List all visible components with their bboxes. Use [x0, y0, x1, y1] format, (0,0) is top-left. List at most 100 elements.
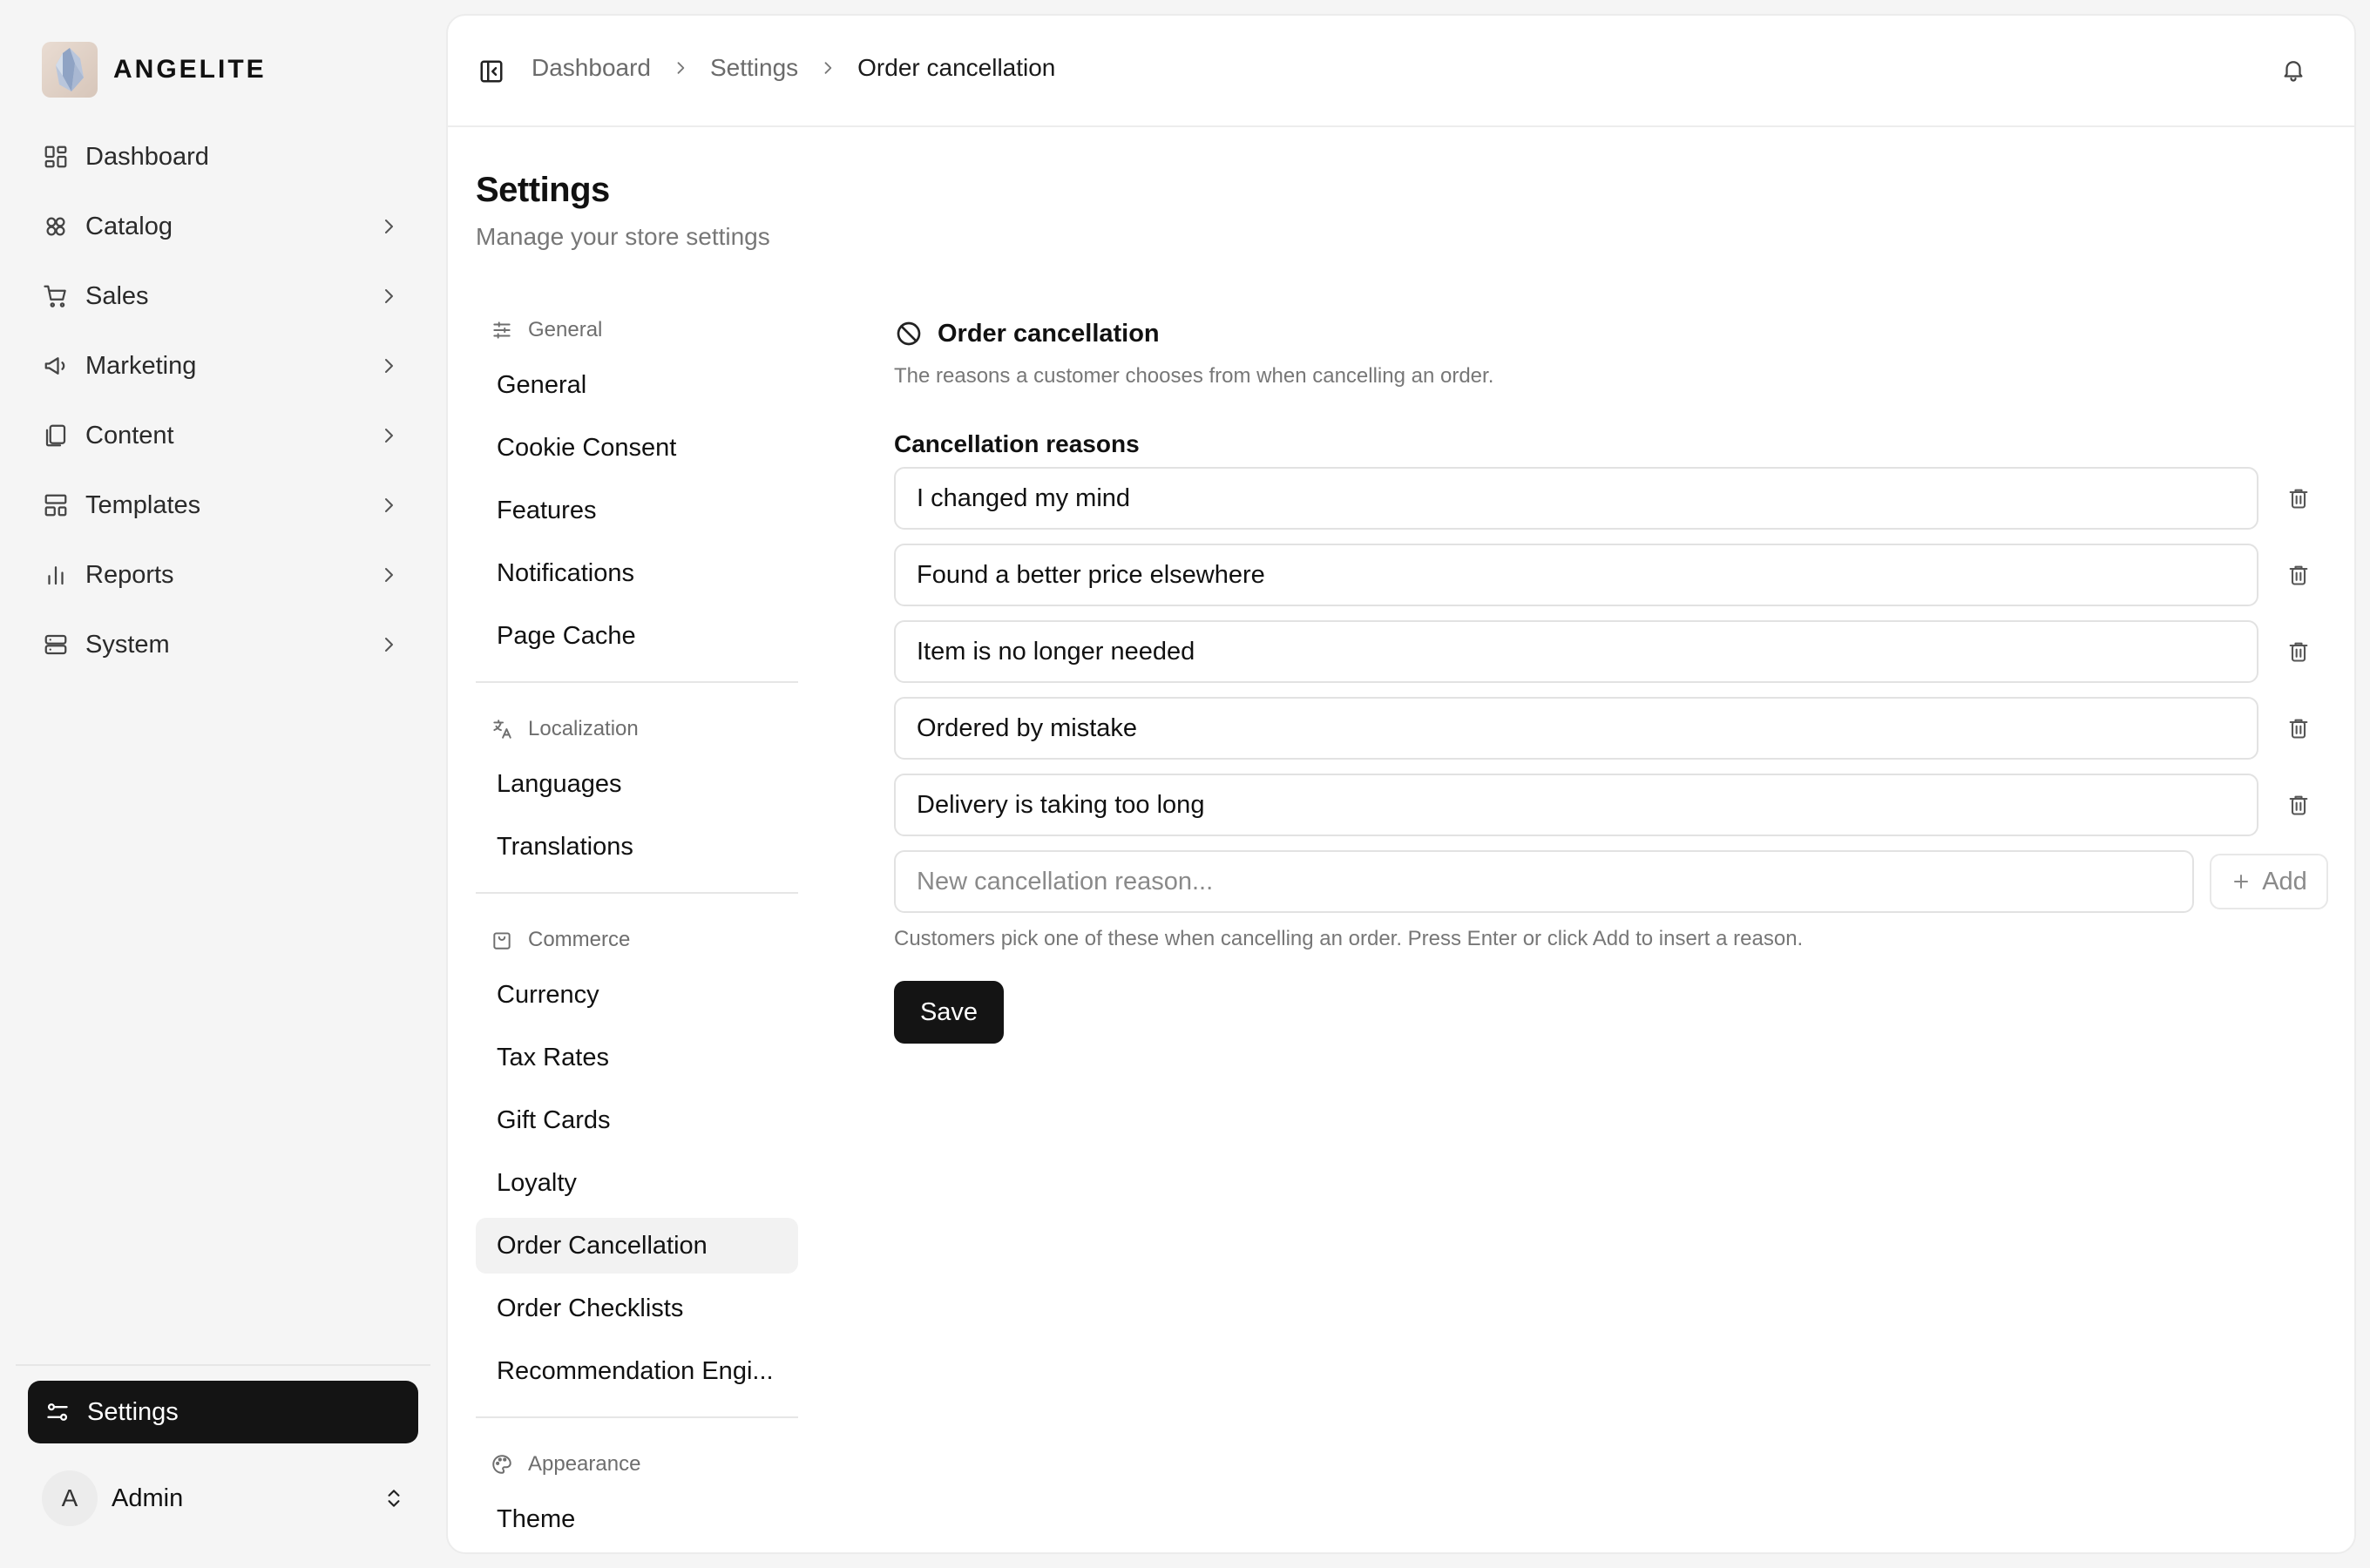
sliders-icon [490, 318, 514, 342]
chevron-right-icon [376, 563, 401, 587]
sidebar-item-label: Templates [85, 490, 201, 519]
page-title: Settings [476, 171, 610, 209]
sidebar-item-system[interactable]: System [28, 610, 420, 679]
settings-nav: General General Cookie Consent Features Noti… [476, 310, 798, 1547]
layout-grid-icon [42, 143, 70, 171]
app-root: ANGELITE Dashboard Catalog Sales Marketing C… [0, 0, 2370, 1568]
sidebar-toggle-icon[interactable] [477, 57, 505, 85]
settings-nav-item[interactable]: Page Cache [476, 608, 798, 664]
boxes-icon [42, 213, 70, 240]
main-nav: Dashboard Catalog Sales Marketing Content Tem… [28, 122, 420, 679]
sidebar-item-marketing[interactable]: Marketing [28, 331, 420, 401]
shopping-bag-icon [490, 928, 514, 952]
group-header-general: General [476, 310, 798, 350]
group-header-localization: Localization [476, 709, 798, 749]
topbar: Dashboard Settings Order cancellation [448, 16, 2354, 127]
order-cancellation-section: Order cancellation The reasons a custome… [894, 312, 2332, 1044]
settings-nav-item[interactable]: Notifications [476, 545, 798, 601]
chevron-right-icon [376, 493, 401, 517]
add-reason-button[interactable]: Add [2210, 854, 2328, 909]
trash-icon[interactable] [2285, 714, 2312, 742]
chevron-right-icon [376, 354, 401, 378]
trash-icon[interactable] [2285, 791, 2312, 819]
section-description: The reasons a customer chooses from when… [894, 364, 1494, 388]
reason-input[interactable] [894, 467, 2258, 530]
add-reason-row: Add [894, 850, 2332, 913]
sidebar: ANGELITE Dashboard Catalog Sales Marketing C… [0, 0, 444, 1568]
settings-nav-item[interactable]: Tax Rates [476, 1030, 798, 1085]
sidebar-divider [16, 1364, 430, 1366]
reason-input[interactable] [894, 697, 2258, 760]
trash-icon[interactable] [2285, 561, 2312, 589]
chevron-right-icon [376, 632, 401, 657]
settings-nav-item[interactable]: Theme [476, 1491, 798, 1547]
plus-icon [2231, 871, 2252, 892]
trash-icon[interactable] [2285, 484, 2312, 512]
settings-nav-item[interactable]: Recommendation Engi... [476, 1343, 798, 1399]
reason-row [894, 544, 2332, 606]
sidebar-item-label: Catalog [85, 212, 173, 240]
chevron-right-icon [376, 214, 401, 239]
new-reason-input[interactable] [894, 850, 2194, 913]
settings-nav-item[interactable]: Gift Cards [476, 1092, 798, 1148]
ban-icon [894, 319, 924, 348]
settings-nav-item[interactable]: Features [476, 483, 798, 538]
settings-nav-item[interactable]: Currency [476, 967, 798, 1023]
main-panel: Dashboard Settings Order cancellation Se… [446, 14, 2356, 1554]
reason-input[interactable] [894, 774, 2258, 836]
settings-nav-item[interactable]: Cookie Consent [476, 420, 798, 476]
settings-nav-item[interactable]: General [476, 357, 798, 413]
sidebar-item-sales[interactable]: Sales [28, 261, 420, 331]
reason-input[interactable] [894, 544, 2258, 606]
sidebar-item-content[interactable]: Content [28, 401, 420, 470]
group-divider [476, 1416, 798, 1418]
breadcrumb-settings[interactable]: Settings [710, 54, 798, 82]
palette-icon [490, 1452, 514, 1477]
sidebar-item-settings[interactable]: Settings [28, 1381, 418, 1443]
sidebar-item-label: Marketing [85, 351, 197, 380]
sidebar-item-reports[interactable]: Reports [28, 540, 420, 610]
megaphone-icon [42, 352, 70, 380]
reason-row [894, 620, 2332, 683]
bell-icon[interactable] [2278, 54, 2309, 85]
chevrons-up-down-icon [380, 1484, 408, 1512]
brand[interactable]: ANGELITE [42, 42, 267, 98]
bar-chart-icon [42, 561, 70, 589]
add-button-label: Add [2262, 867, 2307, 896]
user-name: Admin [112, 1484, 184, 1512]
cart-icon [42, 282, 70, 310]
reasons-list [894, 467, 2332, 836]
template-icon [42, 491, 70, 519]
crystal-logo-icon [42, 42, 98, 98]
sidebar-item-dashboard[interactable]: Dashboard [28, 122, 420, 192]
breadcrumb-dashboard[interactable]: Dashboard [532, 54, 651, 82]
user-menu[interactable]: A Admin [42, 1470, 408, 1526]
reason-row [894, 467, 2332, 530]
avatar: A [42, 1470, 98, 1526]
settings-nav-item[interactable]: Order Cancellation [476, 1218, 798, 1274]
chevron-right-icon [817, 57, 838, 78]
group-header-label: Appearance [528, 1452, 641, 1476]
sidebar-item-templates[interactable]: Templates [28, 470, 420, 540]
sidebar-item-label: Reports [85, 560, 174, 589]
sidebar-item-label: Settings [87, 1397, 179, 1426]
settings-nav-item[interactable]: Order Checklists [476, 1281, 798, 1336]
chevron-right-icon [376, 423, 401, 448]
group-header-commerce: Commerce [476, 920, 798, 960]
reason-input[interactable] [894, 620, 2258, 683]
group-divider [476, 681, 798, 683]
chevron-right-icon [670, 57, 691, 78]
settings-nav-item[interactable]: Loyalty [476, 1155, 798, 1211]
trash-icon[interactable] [2285, 638, 2312, 666]
group-header-appearance: Appearance [476, 1444, 798, 1484]
settings-nav-item[interactable]: Languages [476, 756, 798, 812]
sidebar-item-catalog[interactable]: Catalog [28, 192, 420, 261]
field-label: Cancellation reasons [894, 430, 1140, 457]
sidebar-item-label: Content [85, 421, 174, 449]
group-header-label: Commerce [528, 928, 631, 951]
page-subtitle: Manage your store settings [476, 223, 770, 250]
settings-nav-item[interactable]: Translations [476, 819, 798, 875]
save-button[interactable]: Save [894, 981, 1004, 1044]
breadcrumb-current: Order cancellation [857, 54, 1056, 81]
reason-row [894, 774, 2332, 836]
